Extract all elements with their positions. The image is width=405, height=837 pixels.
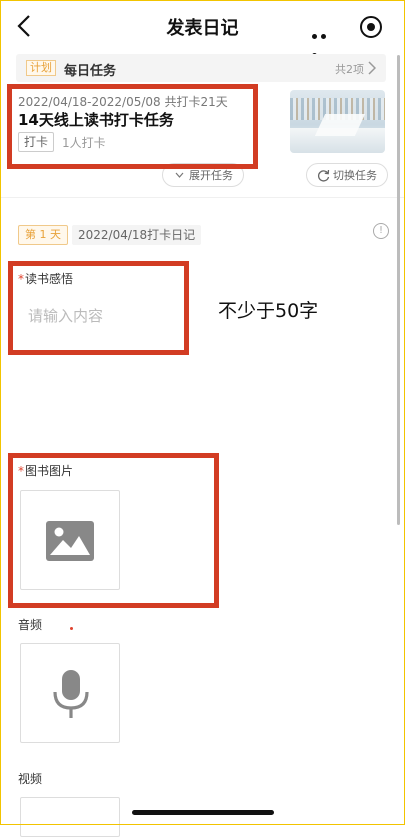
- reading-label-text: 读书感悟: [25, 272, 74, 286]
- chevron-right-icon: [368, 61, 376, 75]
- task-cover-image: [290, 90, 385, 153]
- refresh-icon: [317, 169, 330, 182]
- reading-input[interactable]: [20, 296, 191, 336]
- images-field-label: *图书图片: [18, 462, 73, 479]
- home-indicator: [132, 810, 274, 815]
- task-header[interactable]: 计划 每日任务 共2项: [16, 54, 386, 82]
- miniprogram-capsule: [300, 10, 392, 58]
- expand-task-label: 展开任务: [189, 169, 233, 182]
- task-count: 共2项: [335, 63, 364, 76]
- required-mark: *: [18, 464, 24, 478]
- required-mark: *: [18, 272, 24, 286]
- plan-tag: 计划: [26, 60, 56, 76]
- checkin-button[interactable]: 打卡: [18, 132, 55, 152]
- task-title: 14天线上读书打卡任务: [18, 111, 174, 129]
- audio-field-label: 音频: [18, 618, 43, 632]
- nav-bar: 发表日记: [0, 0, 405, 58]
- scrollbar[interactable]: [397, 55, 400, 525]
- reading-field-label: *读书感悟: [18, 270, 73, 287]
- task-header-title: 每日任务: [64, 64, 117, 79]
- image-icon: [46, 521, 94, 561]
- more-icon[interactable]: [312, 24, 338, 58]
- checkin-count: 1人打卡: [62, 136, 106, 150]
- task-date-range: 2022/04/18-2022/05/08 共打卡21天: [18, 95, 228, 109]
- images-label-text: 图书图片: [25, 464, 74, 478]
- expand-task-button[interactable]: 展开任务: [162, 163, 244, 187]
- audio-upload-box[interactable]: [20, 643, 120, 743]
- info-icon[interactable]: !: [373, 223, 389, 239]
- microphone-icon: [53, 670, 89, 718]
- red-dot: [70, 627, 73, 630]
- chevron-down-icon: [175, 172, 184, 178]
- switch-task-button[interactable]: 切换任务: [306, 163, 388, 187]
- image-upload-box[interactable]: [20, 490, 120, 590]
- video-upload-box[interactable]: [20, 797, 120, 837]
- switch-task-label: 切换任务: [333, 169, 377, 182]
- day-tag: 第 1 天: [18, 225, 68, 245]
- video-field-label: 视频: [18, 772, 43, 786]
- close-miniprogram-icon[interactable]: [360, 16, 382, 38]
- section-divider: [0, 197, 405, 198]
- annotation-text: 不少于50字: [218, 300, 319, 322]
- diary-date: 2022/04/18打卡日记: [72, 225, 202, 245]
